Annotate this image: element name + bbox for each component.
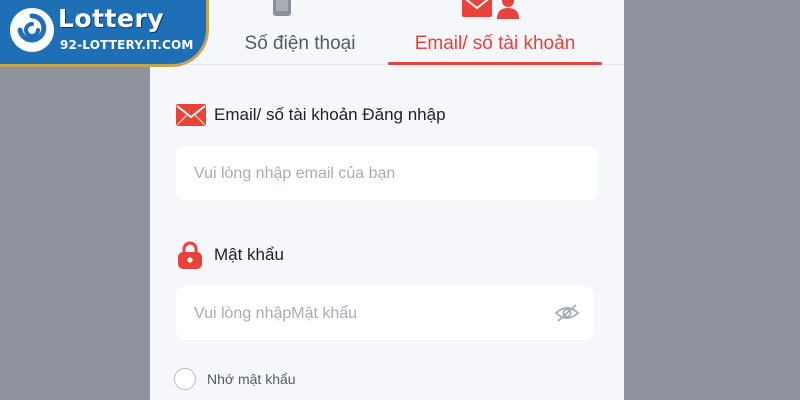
tab-phone[interactable]: Số điện thoại [190,0,410,64]
email-input-box [176,146,598,202]
remember-password-label: Nhớ mật khẩu [207,371,296,387]
password-input-box [176,286,594,342]
logo-title: Lottery [58,4,165,33]
password-field-label: Mật khẩu [176,241,284,269]
remember-password-radio[interactable] [174,368,196,390]
email-field-label: Email/ số tài khoản Đăng nhập [176,102,446,128]
login-tabs: Số điện thoại Email/ số tài khoản [150,0,624,65]
site-logo: Lottery 92-LOTTERY.IT.COM [0,0,206,64]
lock-icon [176,241,208,269]
email-user-icon [462,0,524,25]
swirl-logo-icon [8,6,56,59]
phone-icon [270,0,294,23]
active-tab-indicator [388,62,602,65]
envelope-icon [176,104,208,126]
eye-off-icon[interactable] [554,302,580,329]
tab-phone-label: Số điện thoại [244,33,356,54]
logo-subtitle: 92-LOTTERY.IT.COM [60,38,194,52]
tab-email-account[interactable]: Email/ số tài khoản [388,0,602,65]
email-input[interactable] [192,146,556,202]
password-input[interactable] [192,286,556,342]
login-panel: Số điện thoại Email/ số tài khoản Email/… [150,0,624,400]
tab-email-label: Email/ số tài khoản [414,33,576,54]
email-label-text: Email/ số tài khoản Đăng nhập [214,105,446,124]
password-label-text: Mật khẩu [214,245,284,264]
remember-password-option[interactable]: Nhớ mật khẩu [174,366,296,392]
